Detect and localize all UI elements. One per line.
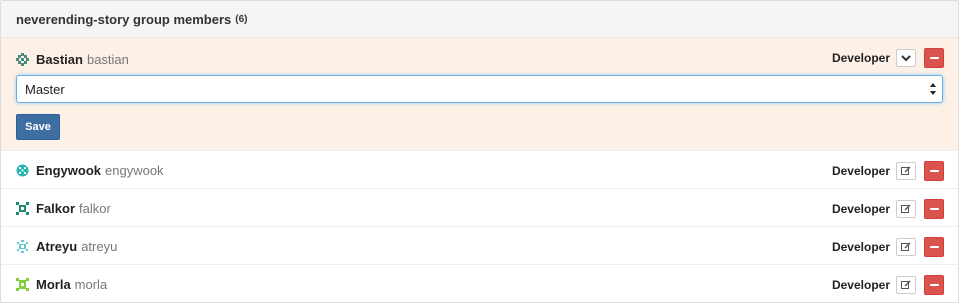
member-name[interactable]: Atreyu <box>36 239 77 254</box>
remove-member-button[interactable] <box>924 199 944 219</box>
member-row: Falkor falkor Developer <box>1 189 958 227</box>
member-info: Bastian bastian <box>16 50 129 68</box>
member-row: Morla morla Developer <box>1 265 958 302</box>
member-username: falkor <box>79 200 111 216</box>
member-row-editing: Bastian bastian Developer Master Save <box>1 38 958 151</box>
identicon-icon <box>16 52 29 66</box>
member-role: Developer <box>831 164 890 178</box>
member-controls: Developer <box>832 237 944 257</box>
member-name[interactable]: Falkor <box>36 201 75 216</box>
identicon-icon <box>16 201 29 215</box>
identicon-icon <box>17 239 28 253</box>
member-row: Engywook engywook Developer <box>1 151 958 189</box>
panel-title: neverending-story group members <box>16 11 232 27</box>
member-info: Atreyu atreyu <box>16 237 117 255</box>
member-info: Morla morla <box>16 275 107 293</box>
chevron-down-icon <box>901 54 911 61</box>
edit-role-button[interactable] <box>896 238 916 256</box>
remove-member-button[interactable] <box>924 237 944 257</box>
select-arrows-icon <box>930 83 936 95</box>
edit-icon <box>901 166 911 175</box>
member-controls: Developer <box>832 199 944 219</box>
member-info: Falkor falkor <box>16 199 111 217</box>
edit-role-button[interactable] <box>896 276 916 294</box>
edit-role-button[interactable] <box>896 200 916 218</box>
remove-member-button[interactable] <box>924 48 944 68</box>
panel-heading: neverending-story group members (6) <box>1 1 958 38</box>
identicon-icon <box>16 277 29 291</box>
member-name[interactable]: Engywook <box>36 163 101 178</box>
minus-icon <box>929 170 939 172</box>
remove-member-button[interactable] <box>924 275 944 295</box>
member-role: Developer <box>831 51 890 65</box>
member-role: Developer <box>831 278 890 292</box>
member-role: Developer <box>831 202 890 216</box>
edit-role-button[interactable] <box>896 162 916 180</box>
member-count: (6) <box>235 13 248 25</box>
role-select-value: Master <box>25 81 65 97</box>
remove-member-button[interactable] <box>924 161 944 181</box>
member-controls: Developer <box>832 161 944 181</box>
minus-icon <box>929 246 939 248</box>
member-name[interactable]: Morla <box>36 277 71 292</box>
edit-icon <box>901 280 911 289</box>
edit-icon <box>901 204 911 213</box>
member-info: Engywook engywook <box>16 161 164 179</box>
member-role: Developer <box>831 240 890 254</box>
identicon-icon <box>16 164 29 176</box>
group-members-panel: neverending-story group members (6) Bast… <box>0 0 959 303</box>
member-controls: Developer <box>832 275 944 295</box>
minus-icon <box>929 284 939 286</box>
minus-icon <box>929 208 939 210</box>
member-row: Atreyu atreyu Developer <box>1 227 958 265</box>
member-username: bastian <box>86 51 129 67</box>
collapse-role-button[interactable] <box>896 49 916 67</box>
save-button[interactable]: Save <box>16 114 60 140</box>
member-controls: Developer <box>832 48 944 68</box>
member-username: morla <box>74 276 108 292</box>
minus-icon <box>929 57 939 59</box>
edit-icon <box>901 242 911 251</box>
member-username: atreyu <box>81 238 118 254</box>
role-select[interactable]: Master <box>16 75 943 103</box>
member-username: engywook <box>105 162 164 178</box>
member-name[interactable]: Bastian <box>36 52 83 67</box>
